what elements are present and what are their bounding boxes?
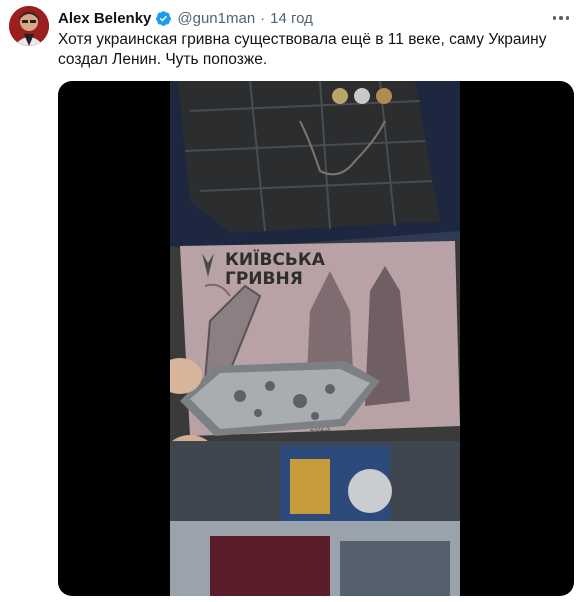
tweet[interactable]: Alex Belenky @gun1man · 14 год Хотя укра… (0, 0, 587, 602)
author-avatar[interactable] (9, 6, 49, 46)
more-options-icon[interactable] (549, 6, 573, 30)
tweet-timestamp[interactable]: 14 год (270, 10, 313, 27)
author-name[interactable]: Alex Belenky (58, 10, 151, 27)
author-handle[interactable]: @gun1man (177, 10, 255, 27)
verified-badge-icon (155, 10, 172, 27)
plaque-text-line-2: ГРИВНЯ (225, 269, 303, 289)
tweet-header: Alex Belenky @gun1man · 14 год (58, 8, 313, 28)
separator-dot: · (260, 9, 266, 27)
tweet-video[interactable]: КИЇВСЬКА ГРИВНЯ 2023 (58, 81, 574, 596)
tweet-text-line-2: создал Ленин. Чуть попозже. (58, 51, 268, 68)
tweet-text-line-1: Хотя украинская гривна существовала ещё … (58, 31, 547, 48)
video-frame: КИЇВСЬКА ГРИВНЯ 2023 (170, 81, 460, 596)
plaque-text-line-1: КИЇВСЬКА (225, 248, 326, 270)
tweet-text: Хотя украинская гривна существовала ещё … (58, 30, 558, 70)
